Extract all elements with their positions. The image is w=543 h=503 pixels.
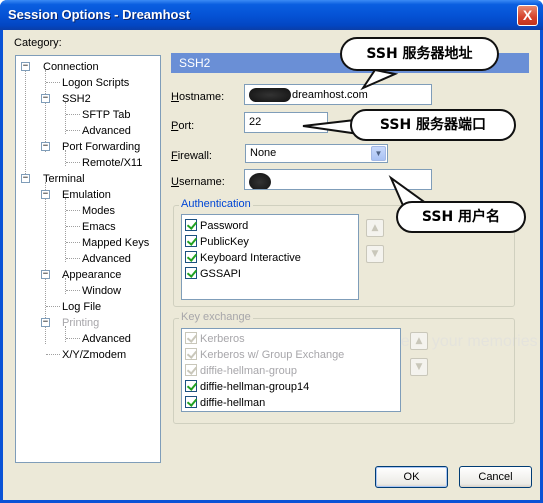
callout-pointers — [302, 68, 430, 212]
port-callout: SSH 服务器端口 — [350, 109, 516, 141]
username-callout: SSH 用户名 — [396, 201, 526, 233]
hostname-callout: SSH 服务器地址 — [340, 37, 499, 71]
session-options-window: Session Options - Dreamhost X Category: … — [0, 0, 543, 503]
callout-pointer-hostname — [360, 68, 399, 91]
